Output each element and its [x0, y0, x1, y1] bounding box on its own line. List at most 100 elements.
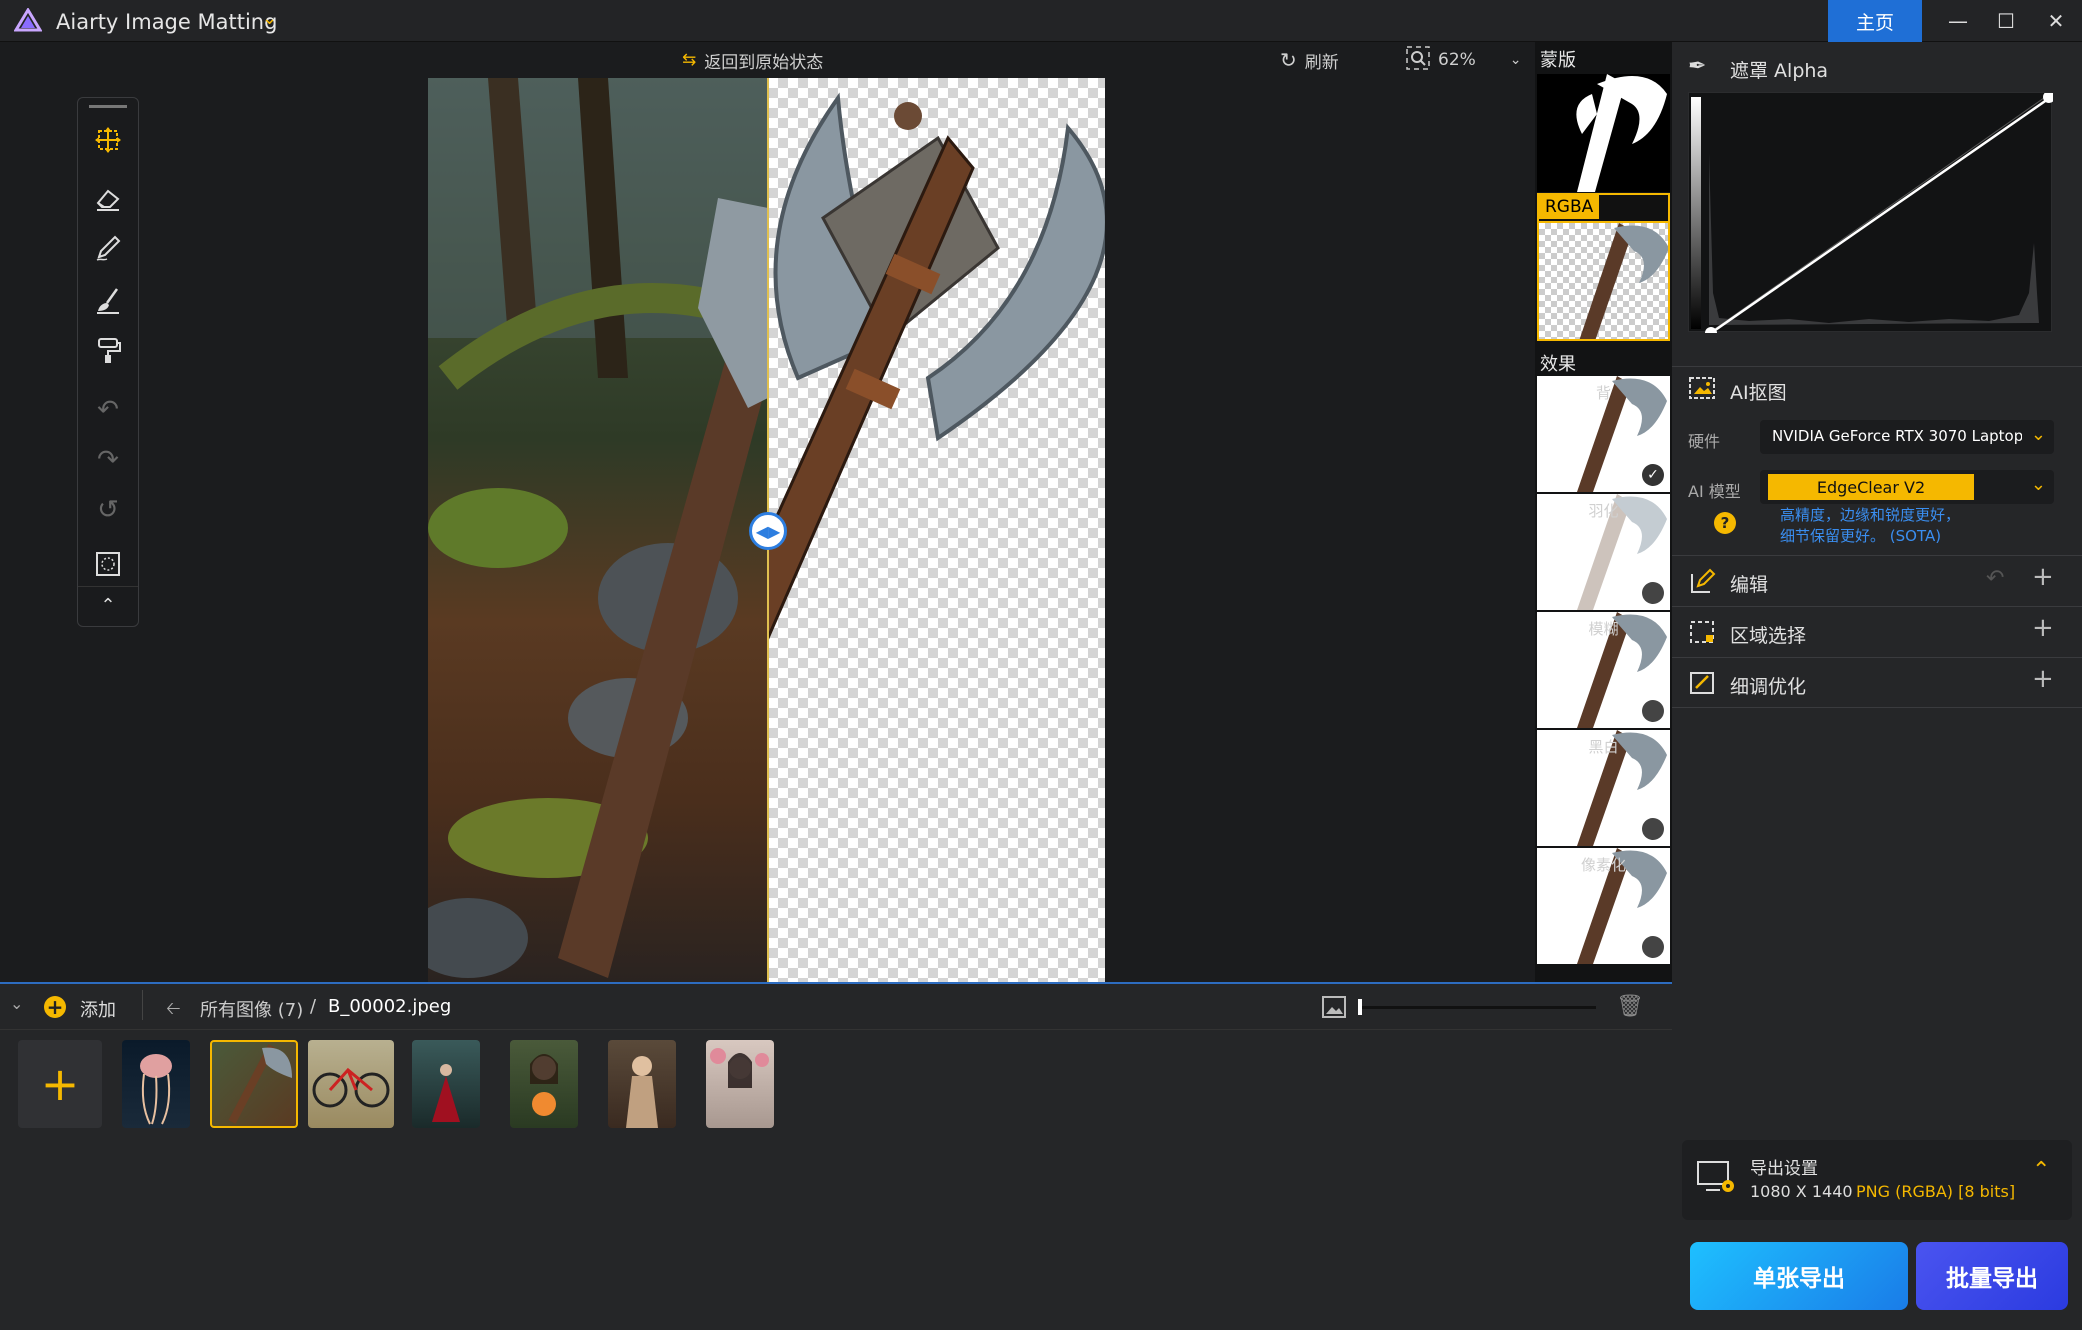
refresh-icon: ↻ [1280, 48, 1297, 72]
tool-palette: ↶ ↷ ↺ ⌃ [77, 97, 139, 627]
swap-icon: ⇆ [682, 50, 697, 70]
eyedropper-icon: ✒ [1688, 54, 1707, 79]
effect-label: 羽化 [1588, 502, 1619, 520]
revert-label: 返回到原始状态 [704, 52, 824, 73]
app-title: Aiarty Image Matting [56, 10, 278, 34]
effect-blur[interactable]: 模糊 [1537, 612, 1670, 728]
file-thumbnail-axe-selected[interactable] [210, 1040, 298, 1128]
redo-icon[interactable]: ↷ [78, 438, 138, 482]
effect-label: 背 [1595, 384, 1611, 402]
model-label: AI 模型 [1688, 482, 1741, 501]
title-dropdown-chevron-icon[interactable]: ⌄ [262, 8, 277, 29]
thumbnail-size-slider-handle[interactable] [1358, 999, 1362, 1015]
export-title: 导出设置 [1750, 1159, 1818, 1179]
mask-preview[interactable] [1537, 74, 1670, 192]
breadcrumb-current-file: B_00002.jpeg [328, 996, 452, 1017]
effect-black-white[interactable]: 黑白 [1537, 730, 1670, 846]
home-button[interactable]: 主页 [1828, 0, 1922, 42]
file-thumbnail-red-dress[interactable] [412, 1040, 480, 1128]
divider [142, 990, 143, 1020]
expand-up-icon[interactable]: ⌃ [2032, 1158, 2050, 1183]
file-thumbnail-jellyfish[interactable] [122, 1040, 190, 1128]
app-logo-icon [13, 7, 43, 36]
collapse-up-icon[interactable]: ⌃ [78, 586, 138, 624]
region-add-icon[interactable]: + [2032, 613, 2054, 643]
file-thumbnail-portrait-gown[interactable] [608, 1040, 676, 1128]
export-size: 1080 X 1440 [1750, 1182, 1853, 1201]
help-icon[interactable]: ? [1714, 512, 1736, 534]
breadcrumb-all-images[interactable]: 所有图像 (7) [200, 996, 303, 1022]
refine-title: 细调优化 [1730, 676, 1807, 698]
move-select-icon[interactable] [78, 118, 138, 162]
breadcrumb-separator: / [310, 996, 317, 1017]
export-single-button[interactable]: 单张导出 [1690, 1242, 1908, 1310]
mask-label: 蒙版 [1540, 50, 1576, 71]
trash-icon[interactable]: 🗑 [1616, 994, 1644, 1019]
refine-icon [1688, 670, 1716, 700]
matted-image [768, 78, 1105, 982]
reset-icon[interactable]: ↺ [78, 488, 138, 532]
refresh-button[interactable]: ↻ 刷新 [1280, 42, 1339, 78]
file-strip [0, 982, 1672, 1330]
effect-background[interactable]: 背 ✓ [1537, 376, 1670, 492]
effect-dot-icon [1642, 582, 1664, 604]
region-section[interactable]: 区域选择 + [1672, 606, 2082, 657]
maximize-icon[interactable]: ☐ [1980, 0, 2032, 42]
refine-section[interactable]: 细调优化 + [1672, 657, 2082, 708]
effect-label: 黑白 [1588, 738, 1619, 756]
export-settings-icon [1696, 1160, 1736, 1200]
pen-icon[interactable] [78, 226, 138, 270]
back-arrow-icon[interactable]: 🡠 [166, 996, 181, 1026]
edit-section[interactable]: 编辑 ↶ + [1672, 555, 2082, 606]
collapse-down-icon[interactable]: ⌄ [10, 994, 23, 1013]
ai-matting-icon [1688, 376, 1716, 404]
effect-feather[interactable]: 羽化 [1537, 494, 1670, 610]
edit-title: 编辑 [1730, 574, 1769, 596]
hardware-label: 硬件 [1688, 432, 1721, 451]
compare-slider-handle-icon[interactable]: ◀▶ [749, 512, 787, 550]
model-chevron-icon: ⌄ [2030, 474, 2046, 495]
rgba-tab[interactable]: RGBA [1537, 193, 1670, 223]
alpha-curve-editor[interactable] [1688, 91, 2055, 339]
refine-add-icon[interactable]: + [2032, 664, 2054, 694]
palette-grip[interactable] [78, 98, 138, 114]
alpha-title: 遮罩 Alpha [1730, 60, 1829, 82]
edit-icon [1688, 568, 1716, 598]
file-thumbnail-portrait-flowers[interactable] [510, 1040, 578, 1128]
file-thumbnail-bicycle[interactable] [308, 1040, 394, 1128]
brush-icon[interactable] [78, 278, 138, 322]
undo-icon[interactable]: ↶ [78, 388, 138, 432]
zoom-value: 62% [1438, 50, 1476, 70]
add-image-button[interactable]: + [18, 1040, 102, 1128]
add-label[interactable]: 添加 [80, 996, 116, 1022]
model-desc-line1: 高精度，边缘和锐度更好， [1780, 506, 1961, 524]
effect-dot-icon [1642, 818, 1664, 840]
refresh-label: 刷新 [1304, 52, 1339, 73]
close-icon[interactable]: ✕ [2030, 0, 2082, 42]
minimize-icon[interactable]: — [1932, 0, 1984, 42]
rgba-label: RGBA [1539, 195, 1600, 219]
eraser-icon[interactable] [78, 176, 138, 220]
region-title: 区域选择 [1730, 625, 1807, 647]
title-bar [0, 0, 2082, 42]
zoom-chevron-icon[interactable]: ⌄ [1510, 52, 1522, 68]
file-thumbnail-portrait-roses[interactable] [706, 1040, 774, 1128]
effect-dot-icon [1642, 700, 1664, 722]
selection-frame-icon[interactable] [78, 542, 138, 586]
model-desc-line2: 细节保留更好。 (SOTA) [1780, 527, 1942, 545]
revert-button[interactable]: ⇆ 返回到原始状态 [682, 42, 823, 78]
effect-pixelate[interactable]: 像素化 [1537, 848, 1670, 964]
thumbnail-size-slider[interactable] [1358, 1006, 1596, 1009]
add-circle-icon[interactable]: + [44, 995, 66, 1019]
zoom-control[interactable]: 62% ⌄ [1406, 42, 1522, 78]
edit-add-icon[interactable]: + [2032, 562, 2054, 592]
effect-label: 模糊 [1588, 620, 1619, 638]
hardware-select[interactable]: NVIDIA GeForce RTX 3070 Laptop ⌄ [1760, 420, 2054, 454]
edit-undo-icon[interactable]: ↶ [1986, 566, 2004, 591]
export-batch-button[interactable]: 批量导出 [1916, 1242, 2068, 1310]
paint-roller-icon[interactable] [78, 328, 138, 372]
model-select[interactable]: EdgeClear V2 ⌄ [1760, 470, 2054, 504]
export-settings[interactable]: 导出设置 1080 X 1440 PNG (RGBA) [8 bits] ⌃ [1682, 1140, 2072, 1220]
rgba-preview[interactable] [1537, 223, 1670, 341]
effect-label: 像素化 [1580, 856, 1626, 874]
